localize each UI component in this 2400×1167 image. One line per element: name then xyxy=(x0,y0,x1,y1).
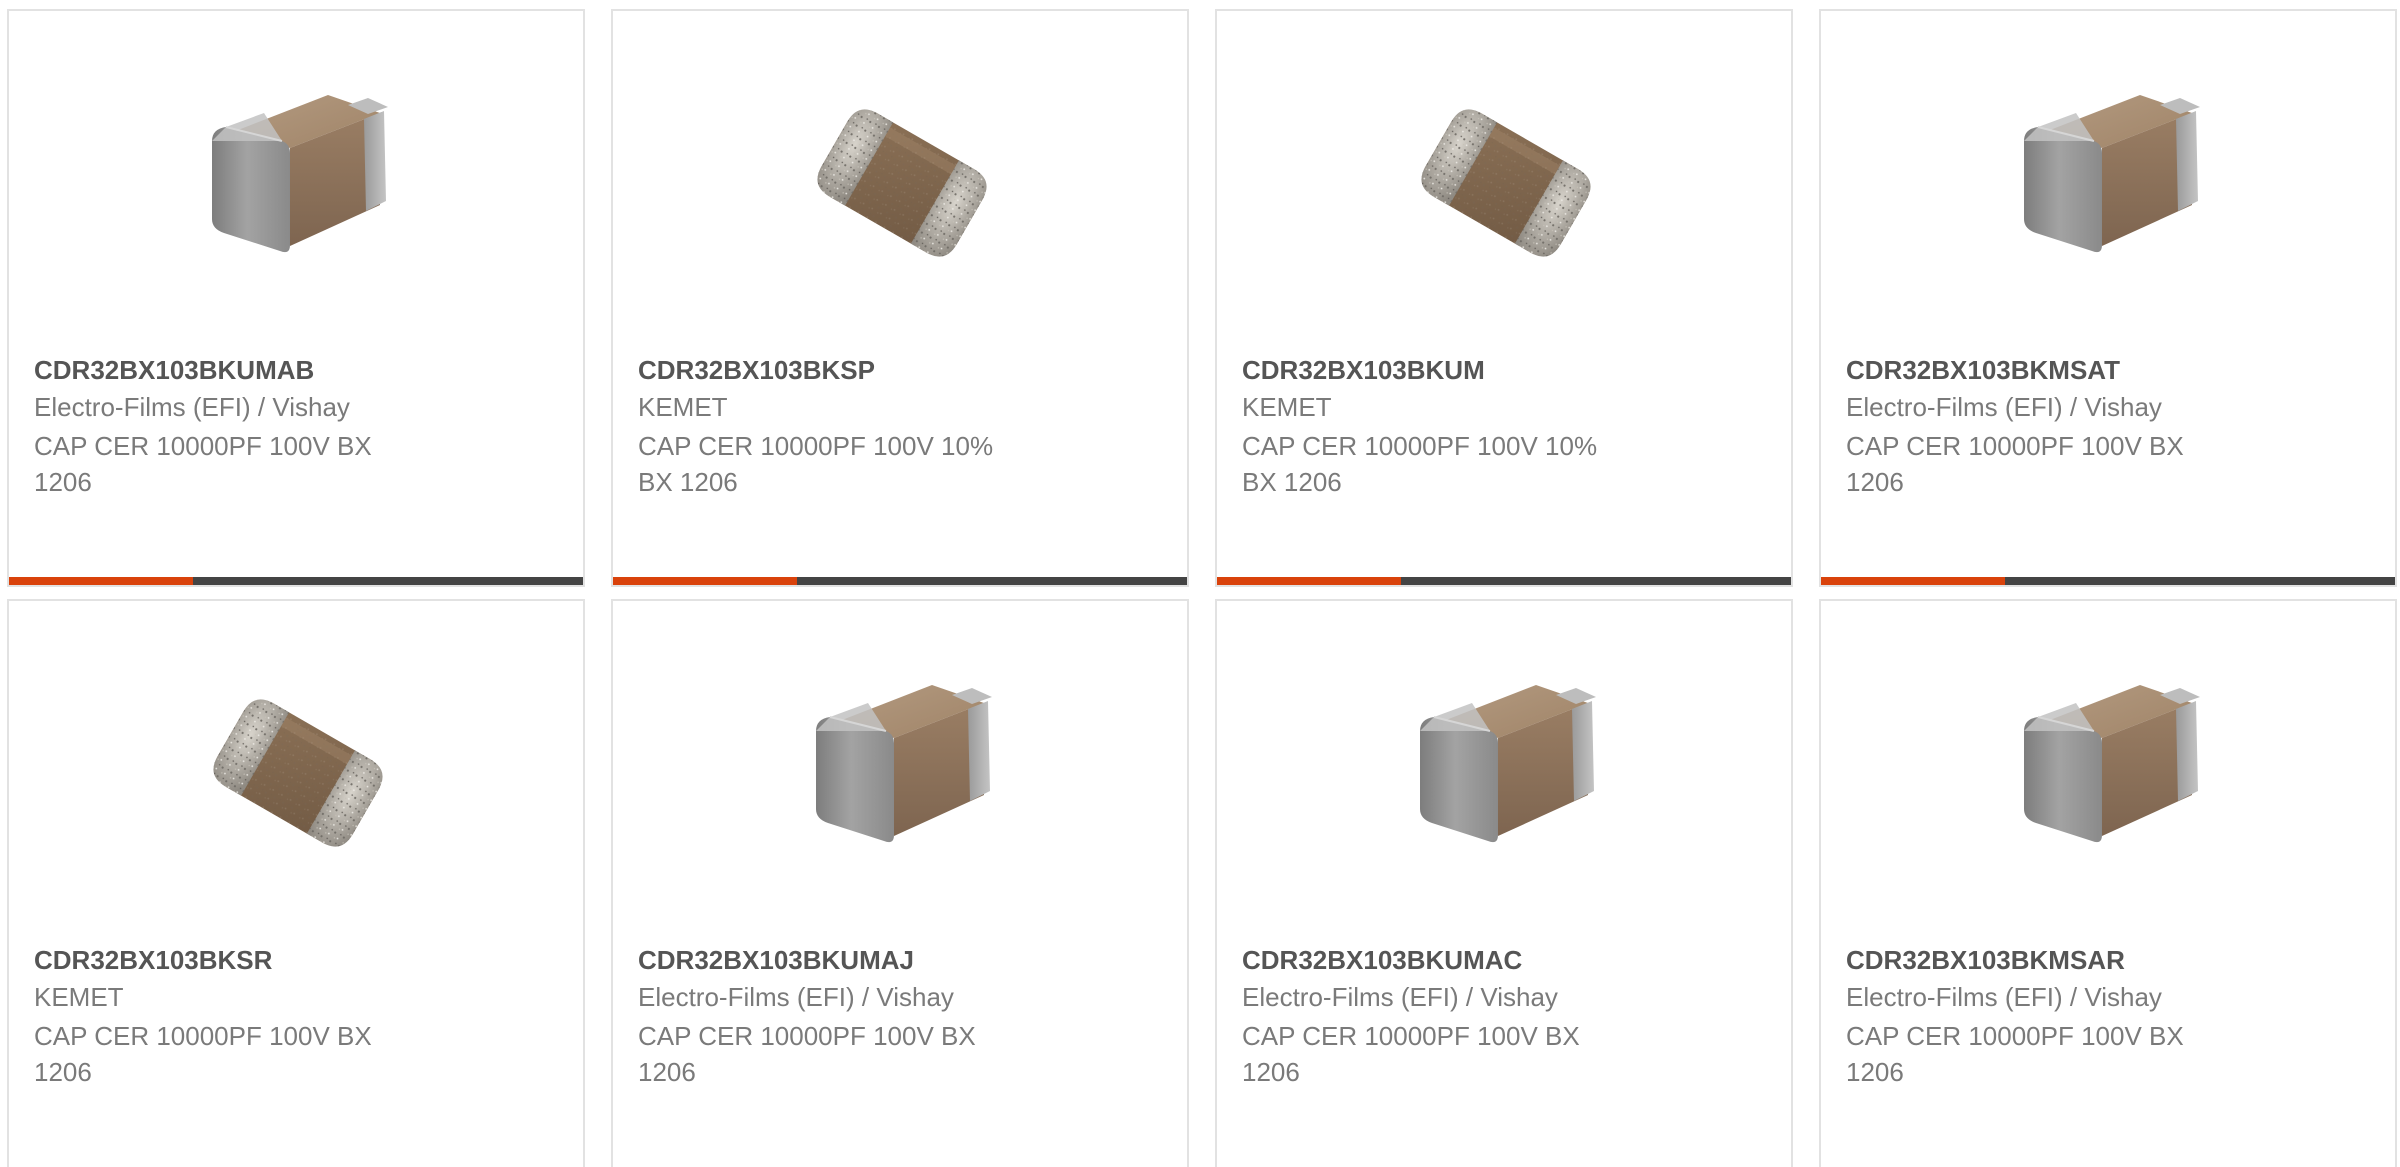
description-line: CAP CER 10000PF 100V BX xyxy=(34,431,372,461)
description: CAP CER 10000PF 100V BX 1206 xyxy=(34,1018,444,1090)
description-line: CAP CER 10000PF 100V BX xyxy=(1242,1021,1580,1051)
description-line: 1206 xyxy=(34,1057,92,1087)
product-card[interactable]: CDR32BX103BKSP KEMET CAP CER 10000PF 100… xyxy=(611,9,1189,587)
description: CAP CER 10000PF 100V 10% BX 1206 xyxy=(638,428,1048,500)
capacitor-chip-smooth-icon xyxy=(2006,79,2214,287)
manufacturer: KEMET xyxy=(34,982,124,1012)
description: CAP CER 10000PF 100V BX 1206 xyxy=(1846,1018,2256,1090)
progress-bar-fill xyxy=(1821,577,2005,585)
progress-bar xyxy=(9,577,583,585)
progress-bar-fill xyxy=(9,577,193,585)
capacitor-chip-smooth-icon xyxy=(2006,669,2214,877)
description: CAP CER 10000PF 100V BX 1206 xyxy=(1242,1018,1652,1090)
product-card[interactable]: CDR32BX103BKMSAR Electro-Films (EFI) / V… xyxy=(1819,599,2397,1167)
capacitor-chip-smooth-icon xyxy=(1402,669,1610,877)
part-number: CDR32BX103BKSP xyxy=(638,355,875,385)
capacitor-chip-smooth-icon xyxy=(194,79,402,287)
capacitor-chip-textured-icon xyxy=(194,669,402,877)
part-number: CDR32BX103BKUMAC xyxy=(1242,945,1523,975)
progress-bar-fill xyxy=(613,577,797,585)
product-card[interactable]: CDR32BX103BKUMAC Electro-Films (EFI) / V… xyxy=(1215,599,1793,1167)
part-number: CDR32BX103BKSR xyxy=(34,945,273,975)
description-line: 1206 xyxy=(34,467,92,497)
progress-bar-fill xyxy=(1217,577,1401,585)
part-number: CDR32BX103BKUMAJ xyxy=(638,945,914,975)
product-card[interactable]: CDR32BX103BKMSAT Electro-Films (EFI) / V… xyxy=(1819,9,2397,587)
manufacturer: KEMET xyxy=(638,392,728,422)
capacitor-chip-textured-icon xyxy=(1402,79,1610,287)
description-line: 1206 xyxy=(1846,1057,1904,1087)
manufacturer: Electro-Films (EFI) / Vishay xyxy=(1846,392,2162,422)
description-line: 1206 xyxy=(638,1057,696,1087)
capacitor-chip-smooth-icon xyxy=(798,669,1006,877)
manufacturer: Electro-Films (EFI) / Vishay xyxy=(1242,982,1558,1012)
description-line: 1206 xyxy=(1846,467,1904,497)
description: CAP CER 10000PF 100V 10% BX 1206 xyxy=(1242,428,1652,500)
description-line: CAP CER 10000PF 100V BX xyxy=(1846,1021,2184,1051)
description-line: CAP CER 10000PF 100V BX xyxy=(34,1021,372,1051)
description-line: BX 1206 xyxy=(638,467,738,497)
progress-bar xyxy=(1217,577,1791,585)
description-line: CAP CER 10000PF 100V BX xyxy=(638,1021,976,1051)
product-card[interactable]: CDR32BX103BKUM KEMET CAP CER 10000PF 100… xyxy=(1215,9,1793,587)
part-number: CDR32BX103BKUM xyxy=(1242,355,1485,385)
manufacturer: Electro-Films (EFI) / Vishay xyxy=(1846,982,2162,1012)
product-card[interactable]: CDR32BX103BKSR KEMET CAP CER 10000PF 100… xyxy=(7,599,585,1167)
product-card[interactable]: CDR32BX103BKUMAJ Electro-Films (EFI) / V… xyxy=(611,599,1189,1167)
description: CAP CER 10000PF 100V BX 1206 xyxy=(638,1018,1048,1090)
progress-bar xyxy=(1821,577,2395,585)
capacitor-chip-textured-icon xyxy=(798,79,1006,287)
part-number: CDR32BX103BKMSAT xyxy=(1846,355,2121,385)
description-line: CAP CER 10000PF 100V BX xyxy=(1846,431,2184,461)
manufacturer: Electro-Films (EFI) / Vishay xyxy=(638,982,954,1012)
manufacturer: KEMET xyxy=(1242,392,1332,422)
description-line: CAP CER 10000PF 100V 10% xyxy=(1242,431,1598,461)
description-line: BX 1206 xyxy=(1242,467,1342,497)
description-line: CAP CER 10000PF 100V 10% xyxy=(638,431,994,461)
progress-bar xyxy=(613,577,1187,585)
product-grid: CDR32BX103BKUMAB Electro-Films (EFI) / V… xyxy=(0,0,2400,1167)
product-card[interactable]: CDR32BX103BKUMAB Electro-Films (EFI) / V… xyxy=(7,9,585,587)
part-number: CDR32BX103BKMSAR xyxy=(1846,945,2125,975)
description-line: 1206 xyxy=(1242,1057,1300,1087)
manufacturer: Electro-Films (EFI) / Vishay xyxy=(34,392,350,422)
description: CAP CER 10000PF 100V BX 1206 xyxy=(34,428,444,500)
description: CAP CER 10000PF 100V BX 1206 xyxy=(1846,428,2256,500)
part-number: CDR32BX103BKUMAB xyxy=(34,355,315,385)
